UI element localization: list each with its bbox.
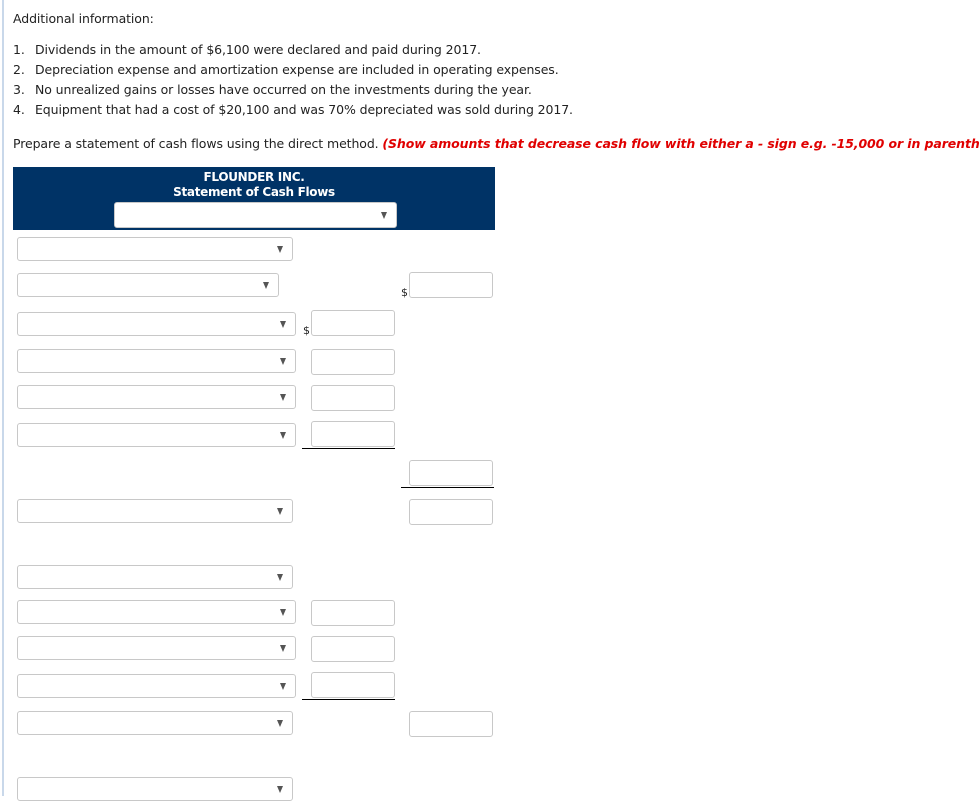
- info-item: 4. Equipment that had a cost of $20,100 a…: [13, 100, 573, 120]
- info-item-text: No unrealized gains or losses have occur…: [35, 82, 532, 97]
- subtotal-underline: [302, 448, 395, 449]
- line-item-select-3[interactable]: [17, 312, 296, 336]
- info-item: 1. Dividends in the amount of $6,100 were…: [13, 40, 573, 60]
- line-item-select-8[interactable]: [17, 499, 293, 523]
- line-item-select-6[interactable]: [17, 423, 296, 447]
- info-item-number: 2.: [13, 62, 25, 77]
- amount-input-4[interactable]: [311, 349, 395, 375]
- subtotal-underline: [302, 699, 395, 700]
- chevron-down-icon: [280, 432, 286, 439]
- chevron-down-icon: [280, 358, 286, 365]
- chevron-down-icon: [381, 212, 387, 219]
- info-item: 3. No unrealized gains or losses have occ…: [13, 80, 573, 100]
- chevron-down-icon: [280, 321, 286, 328]
- info-item-number: 3.: [13, 82, 25, 97]
- chevron-down-icon: [280, 683, 286, 690]
- chevron-down-icon: [263, 282, 269, 289]
- chevron-down-icon: [277, 508, 283, 515]
- chevron-down-icon: [277, 720, 283, 727]
- total-underline: [401, 487, 494, 488]
- chevron-down-icon: [280, 394, 286, 401]
- subtotal-input-7[interactable]: [409, 460, 493, 486]
- line-item-select-14[interactable]: [17, 777, 293, 801]
- total-amount-input-2[interactable]: [409, 272, 493, 298]
- info-item-text: Depreciation expense and amortization ex…: [35, 62, 559, 77]
- instruction-hint: (Show amounts that decrease cash flow wi…: [382, 136, 979, 151]
- chevron-down-icon: [277, 786, 283, 793]
- instruction-text: Prepare a statement of cash flows using …: [13, 136, 379, 151]
- company-name: FLOUNDER INC.: [203, 170, 305, 184]
- amount-input-11[interactable]: [311, 636, 395, 662]
- line-item-select-2[interactable]: [17, 273, 279, 297]
- instruction: Prepare a statement of cash flows using …: [13, 136, 979, 151]
- total-amount-input-13[interactable]: [409, 711, 493, 737]
- additional-info-list: 1. Dividends in the amount of $6,100 were…: [13, 40, 573, 120]
- left-border: [2, 0, 4, 796]
- line-item-select-10[interactable]: [17, 600, 296, 624]
- statement-title: Statement of Cash Flows: [173, 185, 335, 199]
- period-select[interactable]: [114, 202, 397, 228]
- chevron-down-icon: [277, 246, 283, 253]
- chevron-down-icon: [277, 574, 283, 581]
- line-item-select-9[interactable]: [17, 565, 293, 589]
- statement-header: FLOUNDER INC. Statement of Cash Flows: [13, 167, 495, 230]
- line-item-select-12[interactable]: [17, 674, 296, 698]
- info-item-text: Dividends in the amount of $6,100 were d…: [35, 42, 481, 57]
- info-item: 2. Depreciation expense and amortization …: [13, 60, 573, 80]
- chevron-down-icon: [280, 645, 286, 652]
- line-item-select-13[interactable]: [17, 711, 293, 735]
- line-item-select-5[interactable]: [17, 385, 296, 409]
- amount-input-5[interactable]: [311, 385, 395, 411]
- chevron-down-icon: [280, 609, 286, 616]
- amount-input-12[interactable]: [311, 672, 395, 698]
- line-item-select-4[interactable]: [17, 349, 296, 373]
- info-item-number: 1.: [13, 42, 25, 57]
- total-amount-input-8[interactable]: [409, 499, 493, 525]
- amount-input-10[interactable]: [311, 600, 395, 626]
- additional-info-heading: Additional information:: [13, 11, 154, 26]
- line-item-select-1[interactable]: [17, 237, 293, 261]
- currency-symbol: $: [303, 324, 310, 337]
- info-item-text: Equipment that had a cost of $20,100 and…: [35, 102, 573, 117]
- line-item-select-11[interactable]: [17, 636, 296, 660]
- amount-input-3[interactable]: [311, 310, 395, 336]
- info-item-number: 4.: [13, 102, 25, 117]
- currency-symbol: $: [401, 286, 408, 299]
- amount-input-6[interactable]: [311, 421, 395, 447]
